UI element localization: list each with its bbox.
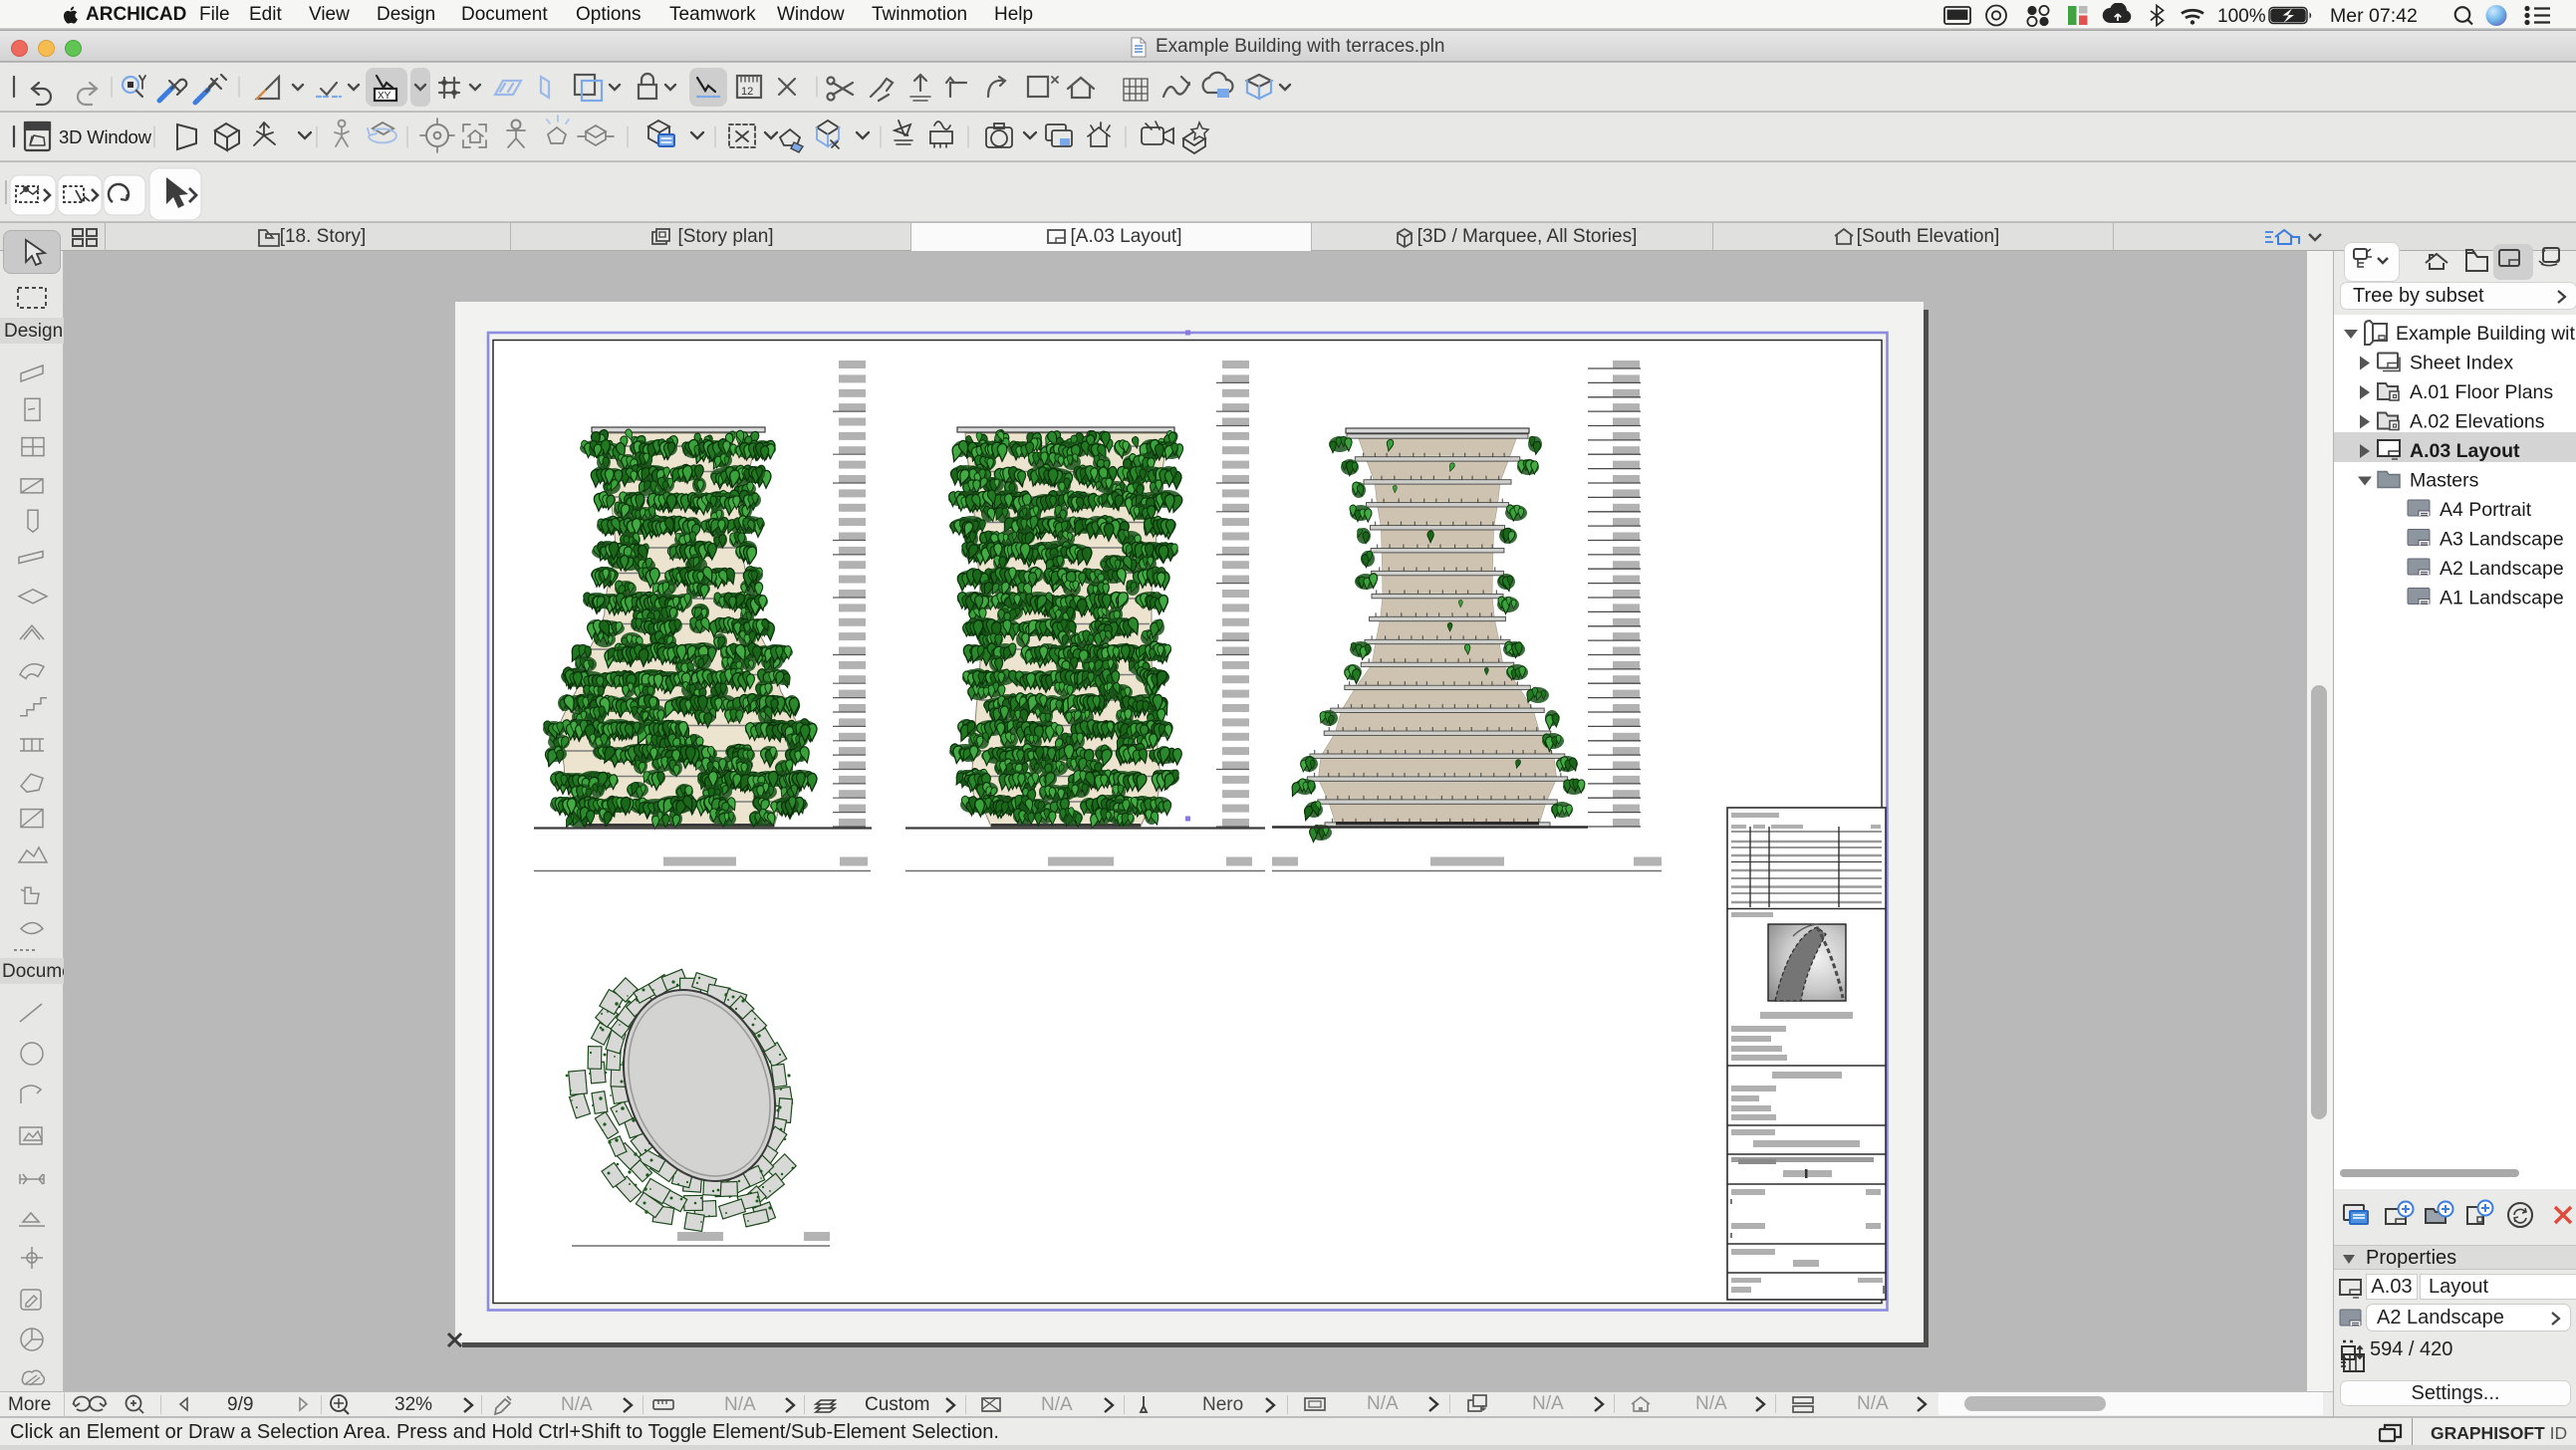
svg-text:Sheet Index: Sheet Index — [2410, 353, 2513, 374]
svg-text:Docume: Docume — [2, 961, 64, 982]
svg-text:100%: 100% — [2217, 6, 2266, 27]
svg-text:A.03 Layout: A.03 Layout — [2410, 440, 2520, 462]
svg-text:12: 12 — [741, 86, 753, 98]
svg-text:XY: XY — [378, 91, 391, 102]
svg-text:A4 Portrait: A4 Portrait — [2440, 499, 2532, 521]
svg-text:A3 Landscape: A3 Landscape — [2440, 529, 2564, 551]
svg-text:3D Window: 3D Window — [59, 126, 152, 147]
svg-text:A.01 Floor Plans: A.01 Floor Plans — [2410, 381, 2553, 403]
svg-text:Masters: Masters — [2410, 470, 2479, 492]
svg-text:A1 Landscape: A1 Landscape — [2440, 588, 2564, 609]
svg-text:Mer 07:42: Mer 07:42 — [2330, 5, 2418, 27]
svg-text:A.02 Elevations: A.02 Elevations — [2410, 411, 2545, 433]
svg-text:Example Building with terr: Example Building with terr — [2396, 323, 2576, 345]
svg-text:Design: Design — [4, 321, 63, 342]
svg-text:A2 Landscape: A2 Landscape — [2440, 558, 2564, 580]
